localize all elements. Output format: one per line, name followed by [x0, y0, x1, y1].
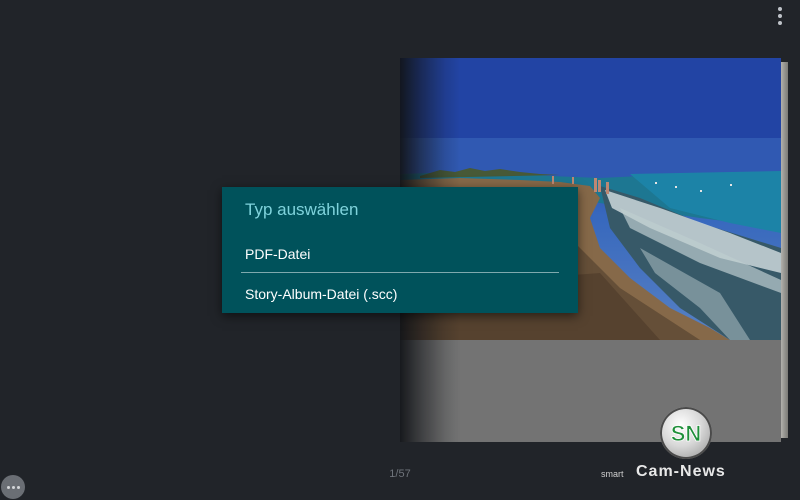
watermark-brand: Cam-News [636, 463, 726, 480]
option-pdf-file-label: PDF-Datei [245, 246, 311, 262]
watermark-logo: SN [660, 407, 712, 459]
watermark: SN smart Cam-News [598, 406, 758, 486]
more-horiz-icon[interactable] [1, 475, 25, 499]
dialog-divider [241, 272, 559, 273]
more-vert-icon[interactable] [770, 4, 790, 30]
page-counter: 1/57 [389, 468, 411, 480]
option-story-album-file[interactable]: Story-Album-Datei (.scc) [222, 275, 578, 313]
option-story-album-file-label: Story-Album-Datei (.scc) [245, 286, 398, 302]
option-pdf-file[interactable]: PDF-Datei [222, 235, 578, 273]
select-type-dialog: Typ auswählen PDF-Datei Story-Album-Date… [222, 187, 578, 313]
dialog-title: Typ auswählen [245, 200, 359, 219]
watermark-prefix: smart [601, 469, 624, 479]
watermark-logo-text: SN [671, 421, 702, 446]
